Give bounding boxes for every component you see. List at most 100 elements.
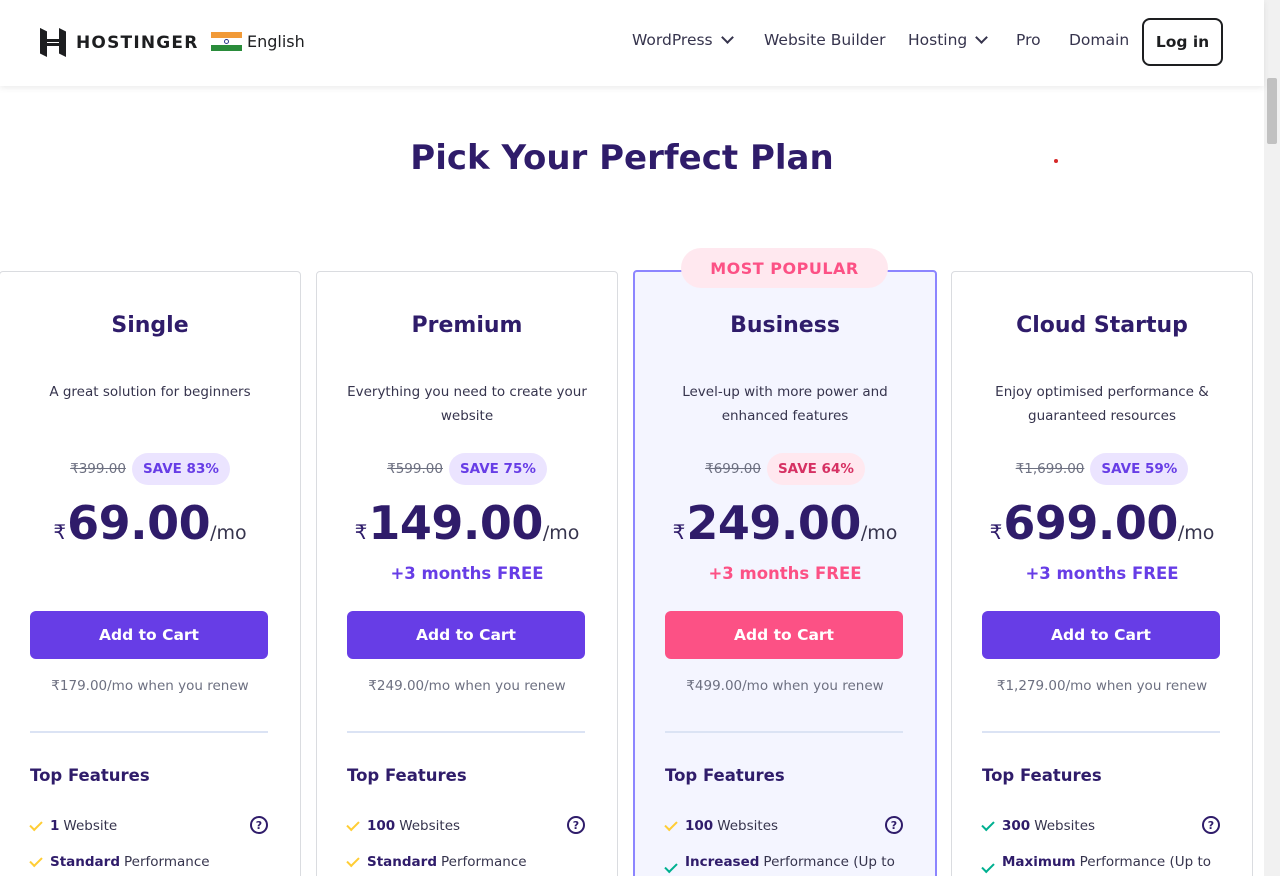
- checkmark-icon: [981, 817, 995, 832]
- plan-price: ₹ 699.00 /mo: [952, 496, 1252, 550]
- feature-item: Standard Performance: [29, 853, 270, 870]
- feature-text: Performance (Up to: [1079, 854, 1212, 870]
- renewal-price: ₹499.00/mo when you renew: [686, 678, 884, 694]
- plan-description: A great solution for beginners: [49, 384, 251, 400]
- question-circle-icon[interactable]: ?: [1202, 816, 1220, 834]
- plan-description: Level-up with more power and enhanced fe…: [682, 384, 888, 424]
- checkmark-icon: [346, 853, 360, 868]
- checkmark-icon: [29, 853, 43, 868]
- price-period: /mo: [542, 522, 580, 544]
- feature-highlight: 300: [1002, 818, 1031, 834]
- feature-item: 1 Website: [29, 817, 270, 834]
- renewal-price: ₹179.00/mo when you renew: [51, 678, 249, 694]
- question-circle-icon[interactable]: ?: [250, 816, 268, 834]
- feature-item: 100 Websites: [664, 817, 905, 834]
- price-period: /mo: [1177, 522, 1215, 544]
- nav-domain[interactable]: Domain: [1069, 31, 1129, 49]
- divider: [30, 731, 268, 733]
- feature-item: Increased Performance (Up to: [664, 854, 905, 874]
- save-badge: SAVE 83%: [131, 453, 230, 485]
- nav-domain-label: Domain: [1069, 31, 1130, 49]
- feature-text: Performance: [441, 854, 527, 870]
- checkmark-icon: [664, 817, 678, 832]
- currency-symbol: ₹: [53, 520, 67, 544]
- add-to-cart-button[interactable]: Add to Cart: [347, 611, 585, 659]
- feature-item: 300 Websites: [981, 817, 1222, 834]
- currency-symbol: ₹: [672, 520, 686, 544]
- features-heading: Top Features: [30, 766, 150, 785]
- page-scrollbar[interactable]: [1264, 0, 1280, 876]
- nav-hosting[interactable]: Hosting: [908, 31, 989, 49]
- chevron-down-icon: [975, 31, 989, 44]
- feature-highlight: Standard: [367, 854, 437, 870]
- india-flag-icon: [211, 32, 242, 51]
- feature-text: Performance (Up to: [763, 854, 895, 870]
- plan-name: Premium: [411, 313, 523, 338]
- add-to-cart-button[interactable]: Add to Cart: [30, 611, 268, 659]
- bonus-offer: +3 months FREE: [708, 564, 862, 583]
- checkmark-icon: [29, 817, 43, 832]
- plan-name: Single: [111, 313, 189, 338]
- language-selector[interactable]: English: [211, 32, 305, 51]
- bonus-offer: +3 months FREE: [1025, 564, 1179, 583]
- feature-text: Websites: [399, 818, 461, 834]
- save-badge: SAVE 75%: [448, 453, 547, 485]
- logo[interactable]: HOSTINGER: [40, 28, 199, 57]
- scrollbar-thumb[interactable]: [1267, 78, 1277, 144]
- features-heading: Top Features: [665, 766, 785, 785]
- currency-symbol: ₹: [354, 520, 368, 544]
- discount-row: ₹599.00 SAVE 75%: [317, 453, 617, 485]
- feature-highlight: 100: [367, 818, 396, 834]
- chevron-down-icon: [720, 31, 734, 44]
- original-price: ₹699.00: [705, 461, 761, 477]
- original-price: ₹599.00: [387, 461, 443, 477]
- discount-row: ₹1,699.00 SAVE 59%: [952, 453, 1252, 485]
- login-button[interactable]: Log in: [1142, 18, 1223, 66]
- divider: [347, 731, 585, 733]
- plan-card-cloud-startup: Cloud Startup Enjoy optimised performanc…: [951, 271, 1253, 876]
- plan-description: Enjoy optimised performance & guaranteed…: [995, 384, 1209, 424]
- checkmark-icon: [981, 859, 995, 874]
- feature-highlight: 100: [685, 818, 714, 834]
- brand-name: HOSTINGER: [76, 32, 199, 53]
- nav-website-builder-label: Website Builder: [764, 31, 886, 49]
- save-badge: SAVE 59%: [1090, 453, 1189, 485]
- original-price: ₹399.00: [70, 461, 126, 477]
- add-to-cart-button[interactable]: Add to Cart: [982, 611, 1220, 659]
- feature-text: Website: [63, 818, 118, 834]
- plan-description: Everything you need to create your websi…: [347, 384, 587, 424]
- price-amount: 149.00: [368, 496, 543, 550]
- language-label: English: [247, 32, 305, 51]
- nav-wordpress[interactable]: WordPress: [632, 31, 734, 49]
- nav-pro-label: Pro: [1016, 31, 1041, 49]
- add-to-cart-button[interactable]: Add to Cart: [665, 611, 903, 659]
- discount-row: ₹699.00 SAVE 64%: [635, 453, 935, 485]
- plan-price: ₹ 249.00 /mo: [635, 496, 935, 550]
- feature-highlight: Maximum: [1002, 854, 1076, 870]
- save-badge: SAVE 64%: [766, 453, 865, 485]
- feature-item: Standard Performance: [346, 853, 587, 870]
- question-circle-icon[interactable]: ?: [567, 816, 585, 834]
- feature-text: Performance: [124, 854, 210, 870]
- price-period: /mo: [860, 522, 898, 544]
- price-amount: 69.00: [67, 496, 211, 550]
- nav-hosting-label: Hosting: [908, 31, 968, 49]
- discount-row: ₹399.00 SAVE 83%: [0, 453, 300, 485]
- nav-website-builder[interactable]: Website Builder: [764, 31, 886, 49]
- decorative-dot: [1054, 159, 1058, 163]
- feature-item: 100 Websites: [346, 817, 587, 834]
- page-title: Pick Your Perfect Plan: [410, 138, 834, 178]
- plan-name: Cloud Startup: [1016, 313, 1188, 338]
- renewal-price: ₹249.00/mo when you renew: [368, 678, 566, 694]
- divider: [982, 731, 1220, 733]
- question-circle-icon[interactable]: ?: [885, 816, 903, 834]
- price-amount: 699.00: [1003, 496, 1178, 550]
- plan-name: Business: [730, 313, 840, 338]
- feature-highlight: 1: [50, 818, 60, 834]
- feature-text: Websites: [717, 818, 779, 834]
- divider: [665, 731, 903, 733]
- nav-pro[interactable]: Pro: [1016, 31, 1041, 49]
- bonus-offer: +3 months FREE: [390, 564, 544, 583]
- features-heading: Top Features: [347, 766, 467, 785]
- nav-wordpress-label: WordPress: [632, 31, 713, 49]
